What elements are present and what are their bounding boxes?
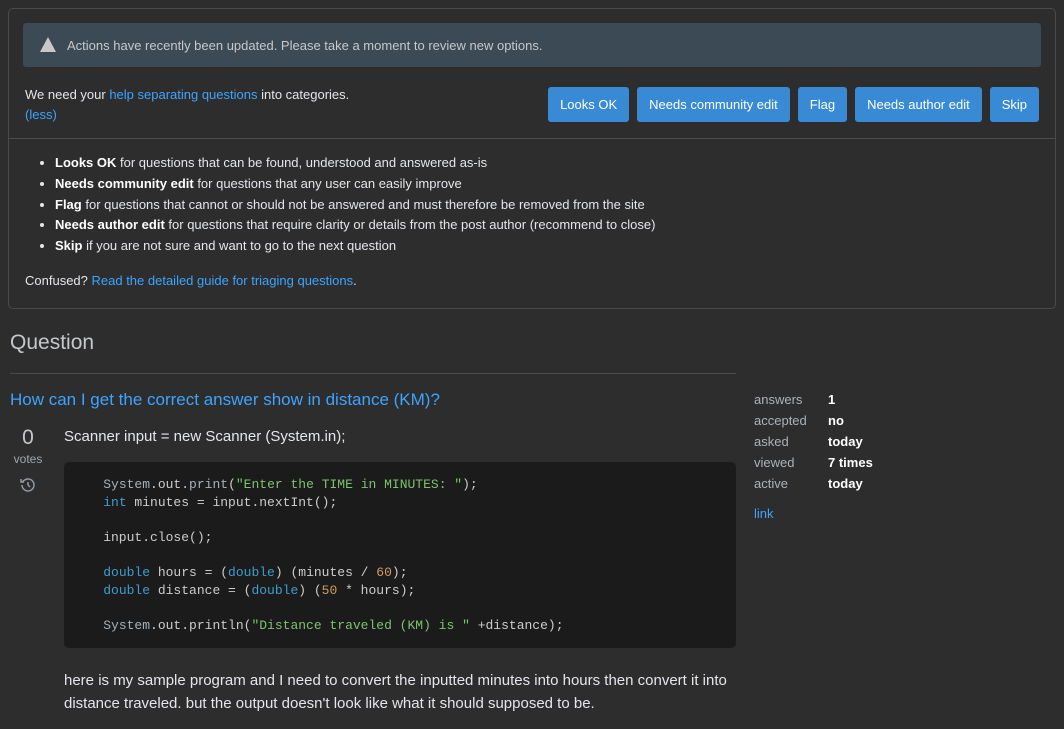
guide-item-rest: for questions that any user can easily i… xyxy=(194,176,462,191)
main-column: How can I get the correct answer show in… xyxy=(10,373,736,729)
post-outro: here is my sample program and I need to … xyxy=(64,670,736,715)
stat-value: 1 xyxy=(828,389,1044,410)
code-block: System.out.print("Enter the TIME in MINU… xyxy=(64,462,736,648)
permalink[interactable]: link xyxy=(754,506,1054,521)
stats-table: answers1 acceptedno askedtoday viewed7 t… xyxy=(754,389,1044,494)
confused-prefix: Confused? xyxy=(25,273,92,288)
history-icon[interactable] xyxy=(10,476,46,497)
triage-guide-link[interactable]: Read the detailed guide for triaging que… xyxy=(92,273,354,288)
guide-section: Looks OK for questions that can be found… xyxy=(9,138,1055,308)
question-area: How can I get the correct answer show in… xyxy=(10,373,1054,729)
guide-item: Needs community edit for questions that … xyxy=(55,174,1039,195)
help-prefix: We need your xyxy=(25,87,109,102)
stat-label: viewed xyxy=(754,452,828,473)
side-column: answers1 acceptedno askedtoday viewed7 t… xyxy=(754,373,1054,729)
looks-ok-button[interactable]: Looks OK xyxy=(548,87,629,122)
stat-label: asked xyxy=(754,431,828,452)
help-suffix: into categories. xyxy=(257,87,349,102)
notice-text: Actions have recently been updated. Plea… xyxy=(67,38,543,53)
guide-item-bold: Flag xyxy=(55,197,82,212)
needs-author-edit-button[interactable]: Needs author edit xyxy=(855,87,982,122)
post-intro: Scanner input = new Scanner (System.in); xyxy=(64,426,736,449)
help-text: We need your help separating questions i… xyxy=(25,85,349,124)
vote-count: 0 xyxy=(10,426,46,450)
guide-item: Skip if you are not sure and want to go … xyxy=(55,236,1039,257)
confused-line: Confused? Read the detailed guide for tr… xyxy=(25,271,1039,292)
review-panel: Actions have recently been updated. Plea… xyxy=(8,8,1056,309)
post-body: Scanner input = new Scanner (System.in);… xyxy=(64,426,736,729)
stat-value: today xyxy=(828,473,1044,494)
guide-item-rest: if you are not sure and want to go to th… xyxy=(82,238,396,253)
stat-value: no xyxy=(828,410,1044,431)
help-row: We need your help separating questions i… xyxy=(9,81,1055,138)
confused-suffix: . xyxy=(353,273,357,288)
votes-label: votes xyxy=(10,452,46,466)
guide-item-rest: for questions that cannot or should not … xyxy=(82,197,645,212)
guide-item-rest: for questions that can be found, underst… xyxy=(116,155,487,170)
stat-value: today xyxy=(828,431,1044,452)
guide-list: Looks OK for questions that can be found… xyxy=(25,153,1039,257)
guide-item-bold: Needs community edit xyxy=(55,176,194,191)
table-row: answers1 xyxy=(754,389,1044,410)
guide-item-bold: Looks OK xyxy=(55,155,116,170)
table-row: activetoday xyxy=(754,473,1044,494)
notice-bar: Actions have recently been updated. Plea… xyxy=(23,23,1041,67)
post-row: 0 votes Scanner input = new Scanner (Sys… xyxy=(10,426,736,729)
table-row: viewed7 times xyxy=(754,452,1044,473)
action-buttons: Looks OK Needs community edit Flag Needs… xyxy=(548,87,1039,122)
help-link[interactable]: help separating questions xyxy=(109,87,257,102)
less-toggle[interactable]: (less) xyxy=(25,107,57,122)
question-title[interactable]: How can I get the correct answer show in… xyxy=(10,390,736,410)
section-header: Question xyxy=(10,331,1054,355)
vote-column: 0 votes xyxy=(10,426,46,729)
stat-label: accepted xyxy=(754,410,828,431)
guide-item-bold: Skip xyxy=(55,238,82,253)
guide-item: Looks OK for questions that can be found… xyxy=(55,153,1039,174)
table-row: acceptedno xyxy=(754,410,1044,431)
guide-item: Flag for questions that cannot or should… xyxy=(55,195,1039,216)
guide-item-bold: Needs author edit xyxy=(55,217,165,232)
stat-value: 7 times xyxy=(828,452,1044,473)
guide-item-rest: for questions that require clarity or de… xyxy=(165,217,656,232)
warning-icon xyxy=(39,36,57,54)
flag-button[interactable]: Flag xyxy=(798,87,847,122)
needs-community-edit-button[interactable]: Needs community edit xyxy=(637,87,790,122)
table-row: askedtoday xyxy=(754,431,1044,452)
skip-button[interactable]: Skip xyxy=(990,87,1039,122)
stat-label: answers xyxy=(754,389,828,410)
stat-label: active xyxy=(754,473,828,494)
guide-item: Needs author edit for questions that req… xyxy=(55,215,1039,236)
